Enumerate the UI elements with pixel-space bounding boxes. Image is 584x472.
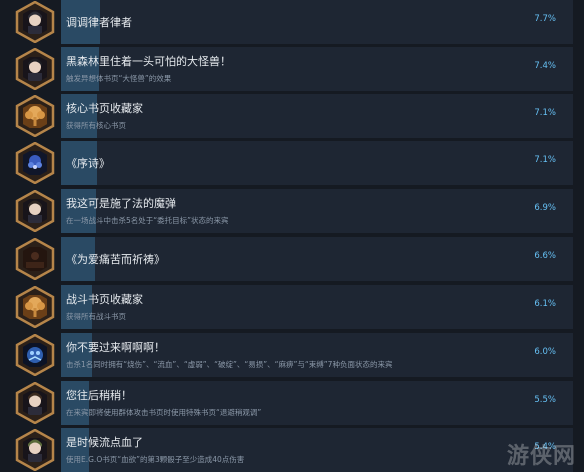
blue-flower-icon — [14, 142, 56, 184]
achievement-description: 击杀1名同时拥有“烧伤”、“流血”、“虚弱”、“破绽”、“易损”、“麻痹”与“束… — [66, 360, 393, 369]
achievement-progress-bar — [61, 381, 573, 425]
character-portrait-icon — [14, 1, 56, 43]
achievement-title: 您往后稍稍！ — [66, 389, 132, 402]
achievement-percent: 5.5% — [534, 395, 556, 405]
achievement-percent: 7.1% — [534, 155, 556, 165]
achievement-title: 黑森林里住着一头可怕的大怪兽！ — [66, 55, 231, 68]
achievement-title: 《为爱痛苦而祈祷》 — [66, 253, 165, 266]
achievement-title: 是时候流点血了 — [66, 436, 143, 449]
achievement-description: 获得所有战斗书页 — [66, 312, 126, 321]
achievement-list: 调调律者律者 7.7% 黑森林里住着一头可怕的大怪兽！ 触发异想体书页“大怪兽”的效… — [0, 0, 584, 472]
character-portrait-icon — [14, 382, 56, 424]
achievement-title: 调调律者律者 — [66, 16, 132, 29]
achievement-description: 在来宾即将使用群体攻击书页时使用特殊书页“退避稍观调” — [66, 408, 262, 417]
achievement-percent: 6.6% — [534, 251, 556, 261]
character-portrait-icon — [14, 190, 56, 232]
golden-tree-emblem-icon — [14, 286, 56, 328]
achievement-percent: 6.9% — [534, 203, 556, 213]
achievement-percent: 7.4% — [534, 61, 556, 71]
achievement-title: 核心书页收藏家 — [66, 102, 143, 115]
achievement-progress-bar — [61, 141, 573, 185]
achievement-row: 《序诗》 7.1% — [0, 141, 584, 187]
achievement-row: 你不要过来啊啊啊！ 击杀1名同时拥有“烧伤”、“流血”、“虚弱”、“破绽”、“易损… — [0, 333, 584, 379]
achievement-progress-bar — [61, 0, 573, 44]
achievement-percent: 6.0% — [534, 347, 556, 357]
achievement-row: 调调律者律者 7.7% — [0, 0, 584, 46]
watermark-logo: 游侠网 — [506, 443, 576, 469]
achievement-row: 战斗书页收藏家获得所有战斗书页 6.1% — [0, 285, 584, 331]
character-portrait-icon — [14, 48, 56, 90]
achievement-description: 使用E.G.O书页“血欲”的第3颗骰子至少造成40点伤害 — [66, 455, 245, 464]
achievement-title: 你不要过来啊啊啊！ — [66, 341, 165, 354]
blue-monster-icon — [14, 334, 56, 376]
achievement-row: 《为爱痛苦而祈祷》 6.6% — [0, 237, 584, 283]
achievement-percent: 7.7% — [534, 14, 556, 24]
achievement-row: 您往后稍稍！ 在来宾即将使用群体攻击书页时使用特殊书页“退避稍观调” 5.5% — [0, 381, 584, 427]
achievement-row: 黑森林里住着一头可怕的大怪兽！ 触发异想体书页“大怪兽”的效果 7.4% — [0, 47, 584, 93]
achievement-description: 触发异想体书页“大怪兽”的效果 — [66, 74, 172, 83]
achievement-description: 获得所有核心书页 — [66, 121, 126, 130]
achievement-row: 核心书页收藏家获得所有核心书页 7.1% — [0, 94, 584, 140]
achievement-percent: 6.1% — [534, 299, 556, 309]
achievement-row: 我这可是施了法的魔弹在一场战斗中击杀5名处于“委托目标”状态的来宾 6.9% — [0, 189, 584, 235]
achievement-percent: 7.1% — [534, 108, 556, 118]
achievement-row: 是时候流点血了 使用E.G.O书页“血欲”的第3颗骰子至少造成40点伤害 5.4% — [0, 428, 584, 472]
dark-scene-icon — [14, 238, 56, 280]
achievement-title: 战斗书页收藏家 — [66, 293, 143, 306]
character-portrait-icon — [14, 429, 56, 471]
achievement-title: 《序诗》 — [66, 157, 110, 170]
golden-tree-emblem-icon — [14, 95, 56, 137]
achievement-title: 我这可是施了法的魔弹 — [66, 197, 176, 210]
achievement-description: 在一场战斗中击杀5名处于“委托目标”状态的来宾 — [66, 216, 229, 225]
